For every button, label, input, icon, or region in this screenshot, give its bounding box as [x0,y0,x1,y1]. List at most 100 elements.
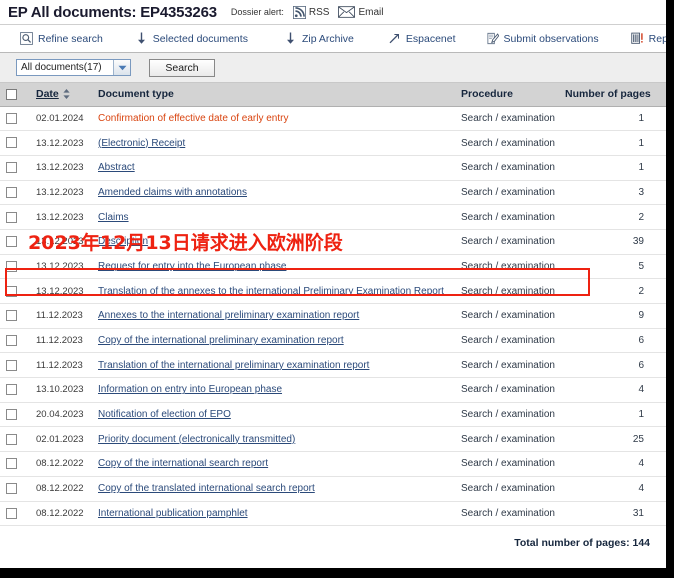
page-header: EP All documents: EP4353263 Dossier aler… [0,0,666,25]
cell-number-of-pages: 2 [559,204,666,230]
row-checkbox[interactable] [6,483,17,495]
envelope-icon [338,6,356,18]
table-row[interactable]: 08.12.2022 Copy of the translated interna… [0,476,666,502]
submit-observations-button[interactable]: Submit observations [480,32,605,45]
document-filter-value: All documents(17) [21,62,102,73]
row-checkbox[interactable] [6,384,17,396]
cell-date: 11.12.2023 [30,328,92,354]
selected-documents-button[interactable]: Selected documents [129,32,254,45]
report-error-button[interactable]: Report error [625,32,666,45]
row-select-cell [0,426,30,453]
table-row[interactable]: 11.12.2023 Annexes to the international p… [0,303,666,329]
document-type-link[interactable]: Translation of the international prelimi… [98,360,369,371]
document-type-link[interactable]: (Electronic) Receipt [98,138,185,149]
magnifier-icon [20,32,33,45]
table-row[interactable]: 02.01.2024 Confirmation of effective date… [0,106,666,132]
cell-date: 13.12.2023 [30,155,92,181]
row-checkbox[interactable] [6,359,17,371]
cell-procedure: Search / examination [455,476,559,502]
row-checkbox[interactable] [6,310,17,322]
document-type-link[interactable]: Copy of the translated international sea… [98,483,315,494]
row-checkbox[interactable] [6,260,17,272]
table-row[interactable]: 20.04.2023 Notification of election of EP… [0,402,666,428]
document-type-link[interactable]: Priority document (electronically transm… [98,434,295,445]
espacenet-label: Espacenet [405,32,456,45]
column-header-date-label[interactable]: Date [36,88,59,100]
cell-number-of-pages: 6 [559,328,666,354]
table-row[interactable]: 02.01.2023 Priority document (electronica… [0,426,666,453]
table-row[interactable]: 13.12.2023 Claims Search / examination 2 [0,204,666,230]
search-button[interactable]: Search [149,58,215,77]
row-checkbox[interactable] [6,211,17,223]
espacenet-button[interactable]: Espacenet [382,32,462,45]
document-type-link[interactable]: Copy of the international search report [98,458,268,469]
row-checkbox[interactable] [6,409,17,421]
row-checkbox[interactable] [6,186,17,198]
row-select-cell [0,476,30,502]
row-checkbox[interactable] [6,236,17,248]
chevron-down-icon[interactable] [113,60,130,75]
document-type-link[interactable]: Copy of the international preliminary ex… [98,335,344,346]
note-pencil-icon [486,32,499,45]
document-type-link[interactable]: Abstract [98,162,135,173]
column-header-number-of-pages[interactable]: Number of pages [559,83,666,107]
document-type-link[interactable]: Information on entry into European phase [98,384,282,395]
cell-procedure: Search / examination [455,106,559,132]
cell-document-type: Claims [92,204,455,230]
cell-procedure: Search / examination [455,229,559,255]
row-checkbox[interactable] [6,334,17,346]
document-type-link[interactable]: Amended claims with annotations [98,187,247,198]
row-checkbox[interactable] [6,507,17,519]
documents-table-body: 02.01.2024 Confirmation of effective date… [0,106,666,527]
row-checkbox[interactable] [6,285,17,297]
document-filter-select[interactable]: All documents(17) [16,59,131,76]
row-select-cell [0,402,30,428]
zip-archive-label: Zip Archive [301,32,354,45]
cell-date: 08.12.2022 [30,501,92,527]
row-checkbox[interactable] [6,433,17,445]
row-checkbox[interactable] [6,112,17,124]
column-header-document-type[interactable]: Document type [92,83,455,107]
document-type-link[interactable]: Description [98,236,148,247]
row-checkbox[interactable] [6,137,17,149]
email-alert-link[interactable]: Email [338,6,383,18]
select-all-checkbox[interactable] [6,88,17,100]
table-row[interactable]: 13.12.2023 (Electronic) Receipt Search / e… [0,130,666,156]
document-type-link[interactable]: Confirmation of effective date of early … [98,113,288,124]
document-type-link[interactable]: Claims [98,212,129,223]
table-row[interactable]: 08.12.2022 Copy of the international sear… [0,451,666,477]
cell-number-of-pages: 4 [559,451,666,477]
document-type-link[interactable]: International publication pamphlet [98,508,248,519]
cell-procedure: Search / examination [455,180,559,206]
table-row[interactable]: 13.10.2023 Information on entry into Euro… [0,377,666,403]
document-type-link[interactable]: Translation of the annexes to the intern… [98,286,444,297]
document-type-link[interactable]: Notification of election of EPO [98,409,231,420]
cell-number-of-pages: 6 [559,352,666,379]
column-header-date[interactable]: Date [30,83,92,107]
table-row[interactable]: 13.12.2023 Description Search / examinatio… [0,229,666,255]
cell-document-type: Confirmation of effective date of early … [92,106,455,132]
document-type-link[interactable]: Annexes to the international preliminary… [98,310,359,321]
table-row[interactable]: 13.12.2023 Amended claims with annotation… [0,180,666,206]
row-select-cell [0,451,30,477]
table-row[interactable]: 13.12.2023 Translation of the annexes to … [0,278,666,304]
sort-arrows-icon[interactable] [63,89,70,100]
row-checkbox[interactable] [6,162,17,174]
column-header-procedure[interactable]: Procedure [455,83,559,107]
cell-document-type: Notification of election of EPO [92,402,455,428]
submit-observations-label: Submit observations [503,32,599,45]
document-type-link[interactable]: Request for entry into the European phas… [98,261,286,272]
table-row[interactable]: 11.12.2023 Copy of the international prel… [0,328,666,354]
row-checkbox[interactable] [6,458,17,470]
table-footer: Total number of pages: 144 [0,526,666,561]
table-row[interactable]: 13.12.2023 Abstract Search / examination 1 [0,155,666,181]
page-title: EP All documents: EP4353263 [8,3,217,21]
table-row[interactable]: 13.12.2023 Request for entry into the Eur… [0,254,666,280]
rss-alert-link[interactable]: RSS [292,5,329,19]
zip-archive-button[interactable]: Zip Archive [278,32,360,45]
table-row[interactable]: 08.12.2022 International publication pamp… [0,501,666,527]
table-row[interactable]: 11.12.2023 Translation of the internation… [0,352,666,379]
refine-search-button[interactable]: Refine search [14,32,109,45]
cell-date: 11.12.2023 [30,352,92,379]
external-link-icon [388,32,401,45]
